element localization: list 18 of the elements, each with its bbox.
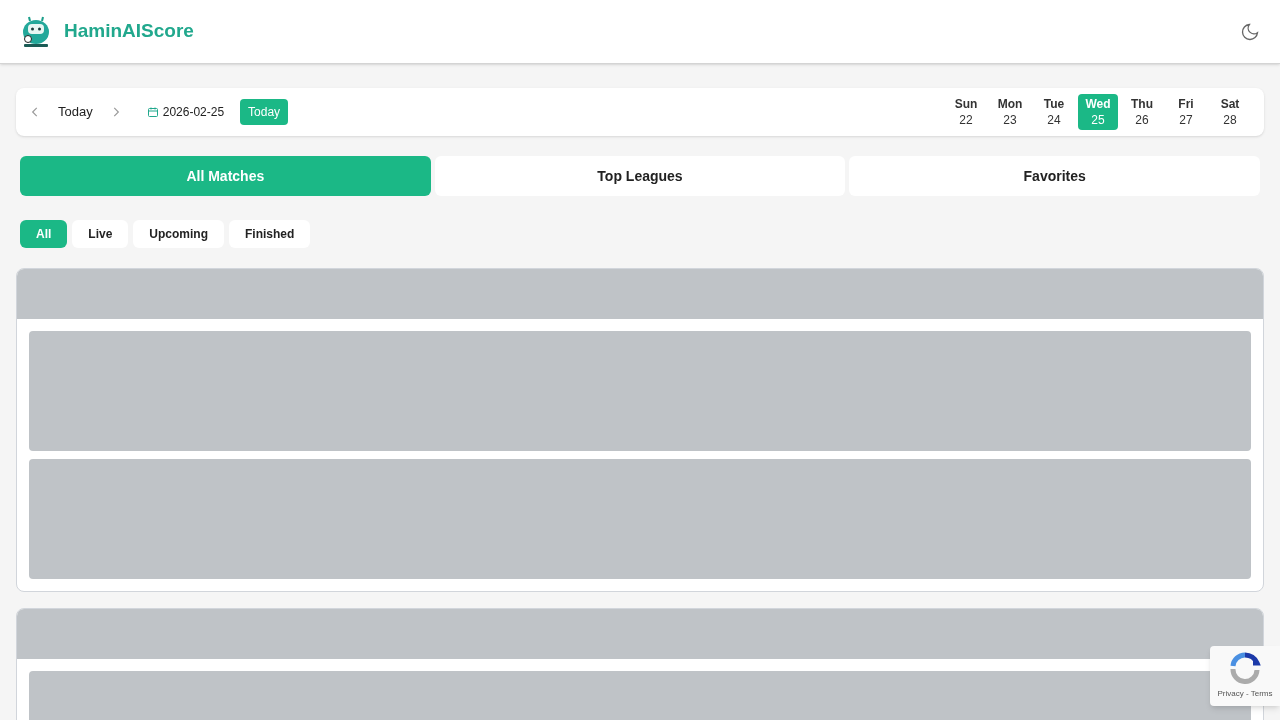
calendar-icon [146,106,159,118]
robot-logo-icon [20,14,52,49]
recaptcha-links[interactable]: Privacy - Terms [1217,688,1273,700]
status-filter-chip[interactable]: Finished [229,220,311,248]
recaptcha-logo-icon [1229,652,1261,684]
moon-icon[interactable] [1240,21,1260,42]
weekday-button[interactable]: Sun 22 [946,94,986,130]
weekday-button[interactable]: Sat 28 [1210,94,1250,130]
status-filter-chip[interactable]: Live [72,220,129,248]
weekday-button[interactable]: Thu 26 [1122,94,1162,130]
date-picker[interactable]: 2026-02-25 [162,103,225,121]
weekday-button[interactable]: Tue 24 [1034,94,1074,130]
view-tab[interactable]: Favorites [849,156,1260,196]
weekday-button[interactable]: Fri 27 [1166,94,1206,130]
view-tab[interactable]: Top Leagues [434,156,846,196]
weekday-button[interactable]: Mon 23 [990,94,1030,130]
status-filter-chip[interactable]: Upcoming [133,220,225,248]
date-label: Today [58,103,93,122]
